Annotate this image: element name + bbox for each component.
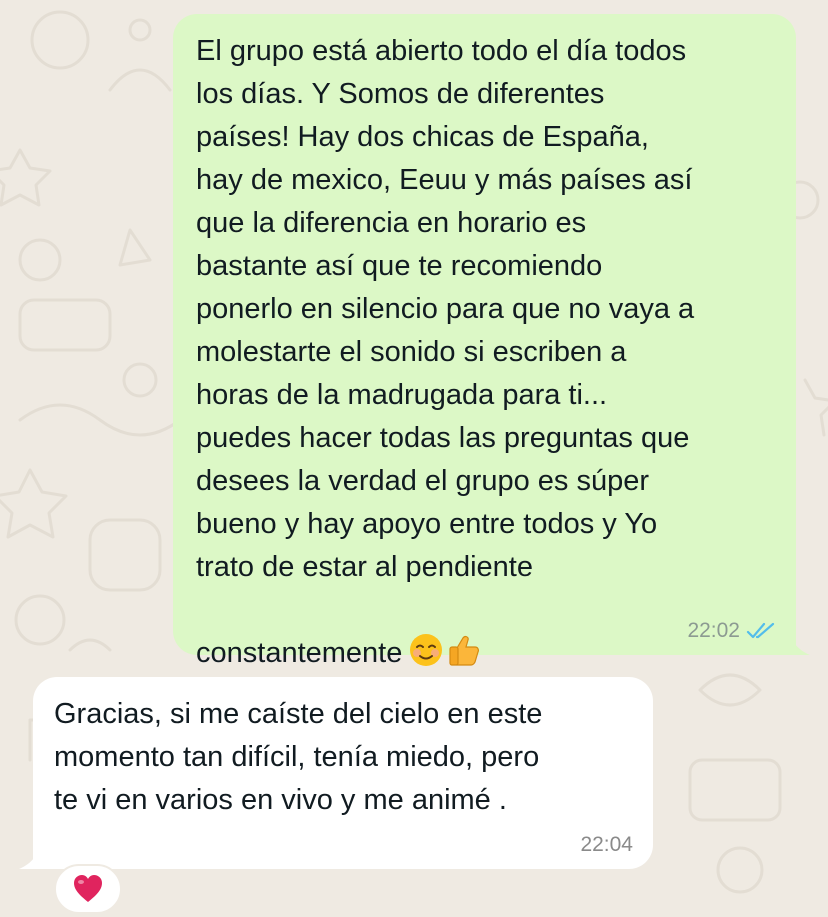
incoming-message-bubble[interactable]: Gracias, si me caíste del cielo en este …: [19, 677, 653, 869]
message-text: Gracias, si me caíste del cielo en este …: [54, 698, 543, 816]
heart-emoji: [74, 875, 102, 902]
outgoing-message-bubble[interactable]: El grupo está abierto todo el día todos …: [173, 14, 810, 669]
message-reaction[interactable]: [54, 864, 122, 914]
message-time: 22:02: [687, 619, 740, 642]
thumbs-up-emoji: [446, 589, 482, 666]
message-meta: 22:04: [580, 833, 633, 857]
message-text: El grupo está abierto todo el día todos …: [196, 35, 695, 669]
double-check-icon: [746, 622, 775, 639]
smiling-face-emoji: [408, 589, 444, 666]
bubble-tail: [782, 629, 810, 655]
message-meta: 22:02: [687, 619, 776, 643]
bubble-tail: [19, 843, 47, 869]
message-time: 22:04: [580, 833, 633, 856]
